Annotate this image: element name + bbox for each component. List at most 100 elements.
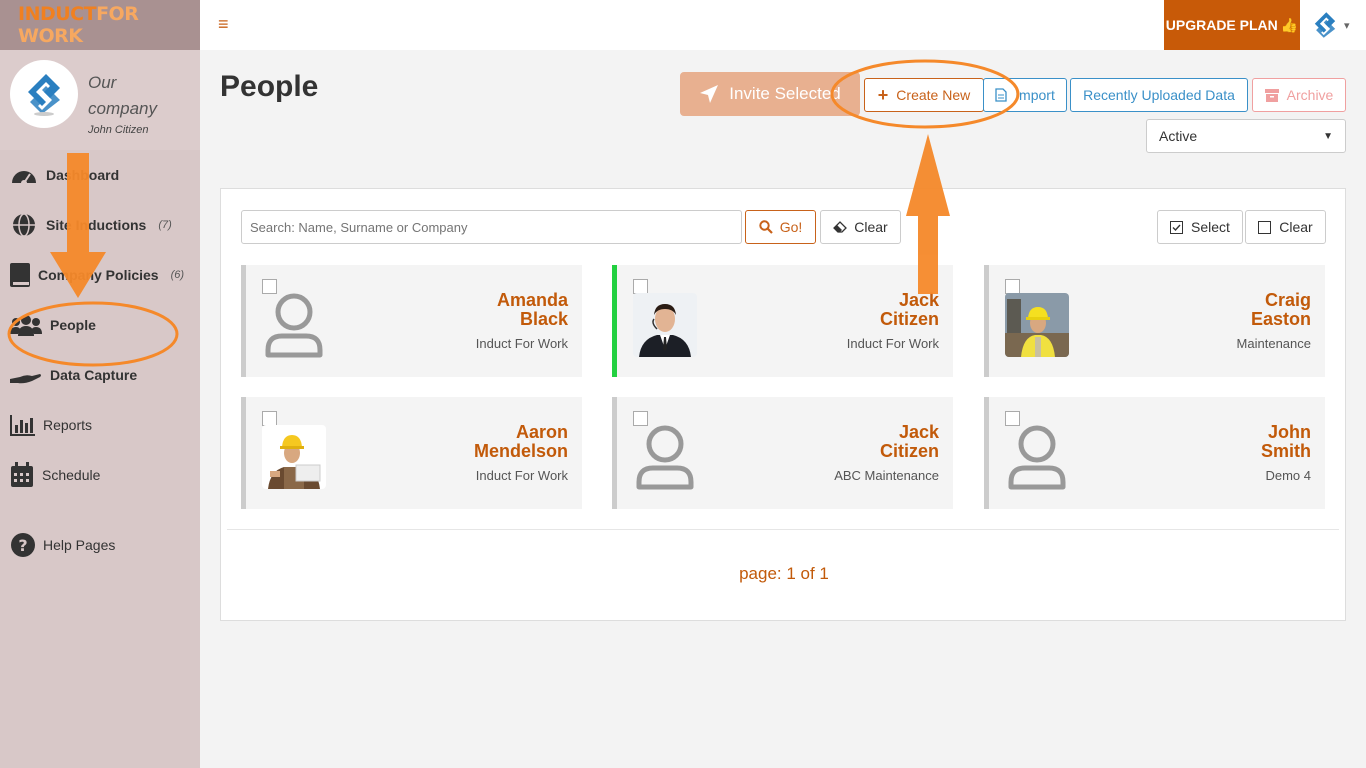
search-input[interactable] (241, 210, 742, 244)
clear-selection-button[interactable]: Clear (1245, 210, 1326, 244)
person-company: ABC Maintenance (834, 468, 939, 483)
default-user-icon (633, 425, 697, 490)
sidebar-item-help-pages[interactable]: ? Help Pages (0, 520, 200, 570)
select-label: Select (1191, 219, 1230, 235)
default-user-icon (1005, 425, 1069, 490)
person-name[interactable]: Jack Citizen (880, 423, 939, 461)
person-last-name: Mendelson (473, 441, 568, 461)
person-name[interactable]: Aaron Mendelson (474, 423, 568, 461)
empty-box-icon (1258, 220, 1272, 234)
company-profile: Our company John Citizen (0, 50, 200, 150)
archive-icon (1264, 88, 1279, 102)
person-name[interactable]: Craig Easton (1251, 291, 1311, 329)
select-all-button[interactable]: Select (1157, 210, 1243, 244)
person-name[interactable]: John Smith (1261, 423, 1311, 461)
svg-text:?: ? (18, 536, 27, 555)
person-company: Maintenance (1236, 336, 1311, 351)
import-button[interactable]: Import (983, 78, 1067, 112)
sidebar-item-label: Site Inductions (46, 217, 147, 233)
people-icon (10, 311, 42, 339)
user-avatar-icon (1314, 12, 1336, 38)
company-logo-icon[interactable] (10, 60, 78, 128)
person-checkbox[interactable] (1005, 279, 1020, 294)
pagination-text: page: 1 of 1 (739, 564, 829, 583)
default-user-icon (262, 293, 326, 358)
sidebar: INDUCTFOR WORK Our company John Citizen … (0, 0, 200, 768)
user-menu[interactable]: ▾ (1312, 10, 1362, 40)
sidebar-item-label: Data Capture (50, 367, 138, 383)
person-card[interactable]: John Smith Demo 4 (984, 397, 1325, 509)
status-filter-value: Active (1159, 128, 1198, 144)
clear-selection-label: Clear (1279, 219, 1313, 235)
person-card[interactable]: Jack Citizen ABC Maintenance (612, 397, 953, 509)
person-checkbox[interactable] (633, 279, 648, 294)
go-button[interactable]: Go! (745, 210, 816, 244)
sidebar-item-reports[interactable]: Reports (0, 400, 200, 450)
dropdown-arrow-icon: ▼ (1323, 130, 1333, 142)
invite-selected-label: Invite Selected (729, 84, 841, 103)
person-last-name: Smith (1260, 441, 1311, 461)
file-icon (995, 88, 1007, 102)
create-new-button[interactable]: + Create New (864, 78, 984, 112)
person-first-name: Craig (1264, 290, 1311, 310)
person-company: Induct For Work (475, 336, 568, 351)
upgrade-plan-button[interactable]: UPGRADE PLAN 👍 (1164, 0, 1300, 50)
person-photo (1005, 293, 1069, 357)
page-title: People (220, 70, 319, 103)
globe-icon (10, 211, 38, 239)
person-last-name: Easton (1250, 309, 1311, 329)
company-user: John Citizen (88, 124, 149, 136)
person-name[interactable]: Jack Citizen (880, 291, 939, 329)
recently-uploaded-data-button[interactable]: Recently Uploaded Data (1070, 78, 1248, 112)
status-filter-select[interactable]: Active ▼ (1146, 119, 1346, 153)
person-last-name: Citizen (879, 441, 939, 461)
archive-button[interactable]: Archive (1252, 78, 1346, 112)
sidebar-item-dashboard[interactable]: Dashboard (0, 150, 200, 200)
person-company: Demo 4 (1265, 468, 1311, 483)
person-first-name: Amanda (496, 290, 568, 310)
sidebar-item-label: Help Pages (43, 537, 116, 553)
sidebar-item-site-inductions[interactable]: Site Inductions (7) (0, 200, 200, 250)
clear-search-button[interactable]: Clear (820, 210, 901, 244)
person-card[interactable]: Craig Easton Maintenance (984, 265, 1325, 377)
person-card[interactable]: Aaron Mendelson Induct For Work (241, 397, 582, 509)
people-panel: Go! Clear Select Clear AmandaBlack Induc… (220, 188, 1346, 621)
sidebar-item-label: Dashboard (46, 167, 120, 183)
nav-spacer (0, 500, 200, 520)
help-icon: ? (10, 531, 36, 559)
person-first-name: Jack (898, 422, 939, 442)
checked-box-icon (1170, 220, 1184, 234)
hamburger-icon[interactable]: ≡ (218, 14, 229, 35)
person-photo (633, 293, 697, 357)
sidebar-item-schedule[interactable]: Schedule (0, 450, 200, 500)
sidebar-item-company-policies[interactable]: Company Policies (6) (0, 250, 200, 300)
panel-divider (227, 529, 1339, 530)
person-card[interactable]: Amanda Black Induct For Work (241, 265, 582, 377)
sidebar-item-data-capture[interactable]: Data Capture (0, 350, 200, 400)
bar-chart-icon (10, 411, 36, 439)
hand-icon (10, 361, 42, 389)
sidebar-item-label: Schedule (42, 467, 101, 483)
upgrade-plan-label: UPGRADE PLAN (1165, 17, 1278, 33)
sidebar-item-label: Company Policies (38, 267, 159, 283)
clear-label: Clear (854, 219, 888, 235)
company-name: Our company (88, 73, 157, 118)
sidebar-item-count: (7) (158, 219, 172, 231)
sidebar-item-label: People (50, 317, 96, 333)
brand-logo[interactable]: INDUCTFOR WORK (0, 0, 200, 50)
person-company: Induct For Work (475, 468, 568, 483)
chevron-down-icon: ▾ (1344, 19, 1350, 32)
invite-selected-button[interactable]: Invite Selected (680, 72, 860, 116)
import-label: Import (1015, 87, 1055, 103)
logo-text-induct: INDUCT (18, 3, 97, 25)
go-label: Go! (779, 219, 803, 235)
person-last-name: Citizen (879, 309, 939, 329)
person-last-name: Black (519, 309, 568, 329)
person-card[interactable]: Jack Citizen Induct For Work (612, 265, 953, 377)
send-icon (700, 85, 719, 103)
sidebar-item-people[interactable]: People (0, 300, 200, 350)
person-checkbox[interactable] (262, 411, 277, 426)
book-icon (8, 261, 32, 289)
archive-label: Archive (1286, 87, 1334, 103)
person-name[interactable]: Amanda Black (497, 291, 568, 329)
